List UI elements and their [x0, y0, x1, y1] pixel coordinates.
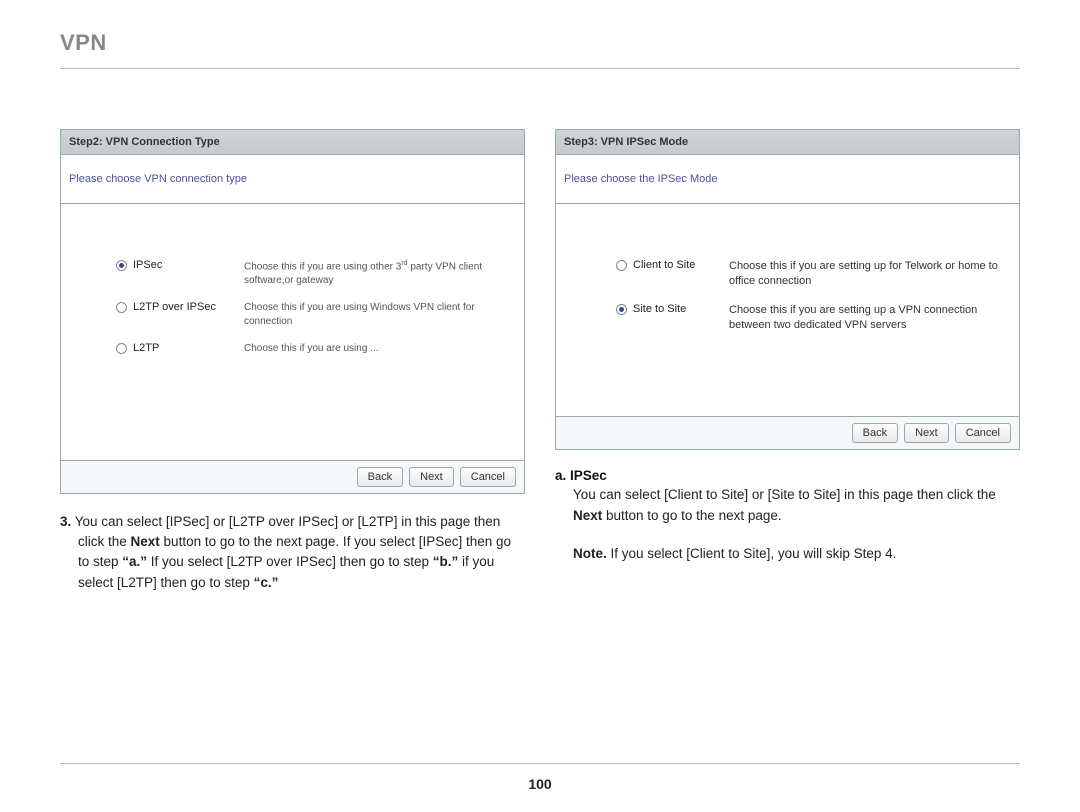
wizard-step2-body: IPSec Choose this if you are using other… [61, 204, 524, 460]
wizard-step3-header: Step3: VPN IPSec Mode [556, 130, 1019, 155]
right-caption-heading: a. IPSec [555, 468, 1020, 483]
option-label: Site to Site [633, 303, 723, 315]
radio-icon[interactable] [616, 260, 627, 271]
radio-icon[interactable] [116, 260, 127, 271]
option-label: L2TP [133, 342, 238, 354]
option-label: IPSec [133, 259, 238, 271]
option-label: L2TP over IPSec [133, 301, 238, 313]
radio-icon[interactable] [616, 304, 627, 315]
page-root: VPN Step2: VPN Connection Type Please ch… [0, 0, 1080, 812]
radio-icon[interactable] [116, 302, 127, 313]
left-column: Step2: VPN Connection Type Please choose… [60, 129, 525, 593]
page-footer: 100 [60, 763, 1020, 792]
radio-icon[interactable] [116, 343, 127, 354]
left-caption: 3. You can select [IPSec] or [L2TP over … [60, 512, 525, 593]
back-button[interactable]: Back [357, 467, 403, 487]
right-caption-note: Note. If you select [Client to Site], yo… [555, 544, 1020, 564]
option-label: Client to Site [633, 259, 723, 271]
columns: Step2: VPN Connection Type Please choose… [60, 129, 1020, 593]
option-client-to-site[interactable]: Client to Site Choose this if you are se… [616, 259, 999, 289]
wizard-step3-banner: Please choose the IPSec Mode [556, 155, 1019, 204]
option-desc: Choose this if you are using Windows VPN… [244, 301, 514, 328]
option-desc: Choose this if you are using other 3rd p… [244, 259, 514, 287]
page-number: 100 [528, 776, 551, 792]
option-ipsec[interactable]: IPSec Choose this if you are using other… [116, 259, 514, 287]
wizard-step2-header: Step2: VPN Connection Type [61, 130, 524, 155]
page-title: VPN [60, 30, 1020, 69]
option-desc: Choose this if you are using ... [244, 342, 379, 356]
cancel-button[interactable]: Cancel [955, 423, 1011, 443]
next-button[interactable]: Next [409, 467, 454, 487]
option-site-to-site[interactable]: Site to Site Choose this if you are sett… [616, 303, 999, 333]
option-l2tp[interactable]: L2TP Choose this if you are using ... [116, 342, 514, 356]
wizard-step3-footer: Back Next Cancel [556, 416, 1019, 449]
back-button[interactable]: Back [852, 423, 898, 443]
option-l2tp-ipsec[interactable]: L2TP over IPSec Choose this if you are u… [116, 301, 514, 328]
wizard-step2-banner: Please choose VPN connection type [61, 155, 524, 204]
right-column: Step3: VPN IPSec Mode Please choose the … [555, 129, 1020, 593]
option-desc: Choose this if you are setting up a VPN … [729, 303, 999, 333]
wizard-step3: Step3: VPN IPSec Mode Please choose the … [555, 129, 1020, 450]
wizard-step3-body: Client to Site Choose this if you are se… [556, 204, 1019, 416]
wizard-step2: Step2: VPN Connection Type Please choose… [60, 129, 525, 494]
wizard-step2-footer: Back Next Cancel [61, 460, 524, 493]
cancel-button[interactable]: Cancel [460, 467, 516, 487]
option-desc: Choose this if you are setting up for Te… [729, 259, 999, 289]
next-button[interactable]: Next [904, 423, 949, 443]
right-caption-body: You can select [Client to Site] or [Site… [555, 485, 1020, 526]
